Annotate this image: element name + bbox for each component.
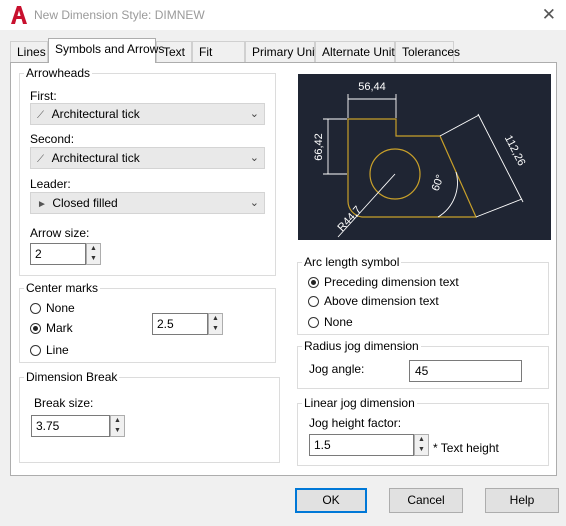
second-arrowhead-select[interactable]: ⟋ Architectural tick ⌄ — [30, 147, 265, 169]
preview-part-outline — [347, 118, 477, 218]
tab-lines[interactable]: Lines — [10, 41, 48, 62]
close-icon[interactable]: ✕ — [542, 5, 556, 25]
spin-up-icon[interactable]: ▲ — [87, 244, 100, 254]
arrow-size-spinner: 2 ▲ ▼ — [30, 243, 101, 265]
help-button[interactable]: Help — [485, 488, 559, 513]
leader-arrowhead-value: Closed filled — [52, 196, 118, 210]
break-size-input[interactable]: 3.75 — [31, 415, 110, 437]
spin-down-icon[interactable]: ▼ — [415, 445, 428, 455]
break-size-spinner: 3.75 ▲ ▼ — [31, 415, 125, 437]
spin-down-icon[interactable]: ▼ — [87, 254, 100, 264]
architectural-tick-icon: ⟋ — [37, 110, 44, 121]
spin-up-icon[interactable]: ▲ — [415, 435, 428, 445]
preview-drawing: 56,44 66,42 112,26 60° R44,7 — [313, 81, 528, 238]
first-arrowhead-value: Architectural tick — [51, 107, 140, 121]
radio-selected-icon — [30, 323, 41, 334]
arrow-size-spin-buttons: ▲ ▼ — [86, 243, 101, 265]
first-label: First: — [30, 89, 57, 103]
radio-icon — [308, 296, 319, 307]
first-arrowhead-select[interactable]: ⟋ Architectural tick ⌄ — [30, 103, 265, 125]
center-mark-size-input[interactable]: 2.5 — [152, 313, 208, 335]
autocad-logo-icon — [11, 6, 27, 24]
jog-height-factor-label: Jog height factor: — [309, 416, 402, 430]
break-size-spin-buttons: ▲ ▼ — [110, 415, 125, 437]
jog-height-factor-spin-buttons: ▲ ▼ — [414, 434, 429, 456]
radio-icon — [30, 303, 41, 314]
radio-icon — [30, 345, 41, 356]
radio-selected-icon — [308, 277, 319, 288]
center-mark-none-radio[interactable]: None — [30, 300, 75, 316]
architectural-tick-icon: ⟋ — [37, 154, 44, 165]
arc-none-label: None — [324, 315, 353, 329]
jog-angle-label: Jog angle: — [309, 362, 365, 376]
tab-alternate-units[interactable]: Alternate Units — [315, 41, 401, 62]
second-label: Second: — [30, 132, 75, 146]
center-mark-mark-label: Mark — [46, 321, 73, 335]
center-mark-mark-radio[interactable]: Mark — [30, 320, 73, 336]
arc-above-radio[interactable]: Above dimension text — [308, 293, 439, 309]
text-height-suffix: * Text height — [433, 441, 499, 455]
arc-preceding-radio[interactable]: Preceding dimension text — [308, 274, 459, 290]
center-mark-size-spin-buttons: ▲ ▼ — [208, 313, 223, 335]
leader-arrowhead-select[interactable]: ► Closed filled ⌄ — [30, 192, 265, 214]
jog-angle-input[interactable]: 45 — [409, 360, 522, 382]
arc-preceding-label: Preceding dimension text — [324, 275, 459, 289]
jog-height-factor-spinner: 1.5 ▲ ▼ — [309, 434, 429, 456]
chevron-down-icon: ⌄ — [249, 197, 259, 209]
preview-dim-angle: 60° — [430, 173, 447, 193]
closed-filled-arrow-icon: ► — [37, 199, 47, 210]
chevron-down-icon: ⌄ — [249, 108, 259, 120]
center-mark-none-label: None — [46, 301, 75, 315]
tab-tolerances[interactable]: Tolerances — [395, 41, 460, 62]
preview-dim-slant: 112,26 — [502, 133, 528, 168]
arrow-size-label: Arrow size: — [30, 226, 90, 240]
arc-none-radio[interactable]: None — [308, 314, 353, 330]
leader-label: Leader: — [30, 177, 71, 191]
ok-button[interactable]: OK — [295, 488, 367, 513]
arc-length-symbol-title: Arc length symbol — [304, 255, 400, 269]
jog-height-factor-input[interactable]: 1.5 — [309, 434, 414, 456]
radius-jog-title: Radius jog dimension — [304, 339, 419, 353]
second-arrowhead-value: Architectural tick — [51, 151, 140, 165]
dimension-preview: 56,44 66,42 112,26 60° R44,7 — [298, 74, 551, 240]
arc-above-label: Above dimension text — [324, 294, 439, 308]
center-mark-line-radio[interactable]: Line — [30, 342, 69, 358]
arrowheads-title: Arrowheads — [26, 66, 91, 80]
preview-dim-top: 56,44 — [358, 81, 386, 93]
spin-down-icon[interactable]: ▼ — [209, 324, 222, 334]
chevron-down-icon: ⌄ — [249, 152, 259, 164]
spin-up-icon[interactable]: ▲ — [111, 416, 124, 426]
cancel-button[interactable]: Cancel — [389, 488, 463, 513]
dimension-break-title: Dimension Break — [26, 370, 118, 384]
window-title: New Dimension Style: DIMNEW — [34, 8, 205, 22]
radio-icon — [308, 317, 319, 328]
center-mark-size-spinner: 2.5 ▲ ▼ — [152, 313, 223, 335]
title-bar: New Dimension Style: DIMNEW ✕ — [0, 0, 566, 30]
center-marks-title: Center marks — [26, 281, 99, 295]
arrow-size-input[interactable]: 2 — [30, 243, 86, 265]
tab-primary-units[interactable]: Primary Units — [245, 41, 324, 62]
tab-symbols-and-arrows[interactable]: Symbols and Arrows — [48, 38, 164, 63]
spin-down-icon[interactable]: ▼ — [111, 426, 124, 436]
linear-jog-title: Linear jog dimension — [304, 396, 415, 410]
preview-dim-left: 66,42 — [313, 133, 325, 161]
tab-fit[interactable]: Fit — [192, 41, 245, 62]
spin-up-icon[interactable]: ▲ — [209, 314, 222, 324]
center-mark-line-label: Line — [46, 343, 69, 357]
break-size-label: Break size: — [34, 396, 94, 410]
